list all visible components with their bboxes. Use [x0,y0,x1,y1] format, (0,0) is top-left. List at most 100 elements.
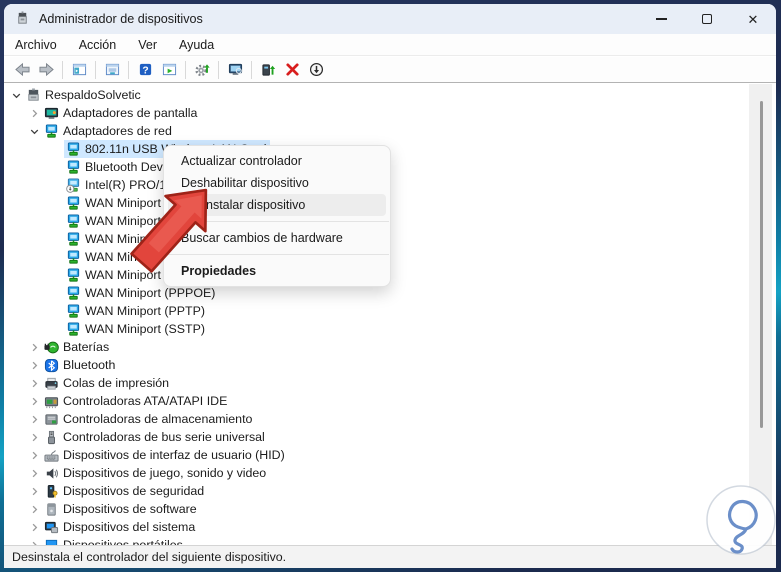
ata-controller-icon [43,393,59,409]
tree-item-wan-miniport-pptp[interactable]: WAN Miniport (PPTP) [4,302,744,320]
tree-item-label: Dispositivos de interfaz de usuario (HID… [63,448,285,462]
back-icon [14,62,30,77]
help-button[interactable]: ? [133,59,157,81]
tree-item-colas-de-impresion[interactable]: Colas de impresión [4,374,744,392]
tree-item-adaptadores-de-pantalla[interactable]: Adaptadores de pantalla [4,104,744,122]
maximize-icon [702,14,712,24]
tree-item-controladoras-de-bus-serie-universal[interactable]: Controladoras de bus serie universal [4,428,744,446]
tree-item-dispositivos-de-software[interactable]: Dispositivos de software [4,500,744,518]
device-row-content[interactable]: Baterías [42,338,112,356]
tree-item-dispositivos-del-sistema[interactable]: Dispositivos del sistema [4,518,744,536]
device-row-content[interactable]: Dispositivos del sistema [42,518,198,536]
chevron-collapsed-icon[interactable] [26,339,42,355]
status-bar: Desinstala el controlador del siguiente … [4,545,776,568]
computer-icon [25,87,41,103]
disable-device-button[interactable] [304,59,328,81]
chevron-collapsed-icon[interactable] [26,411,42,427]
tree-item-controladoras-de-almacenamiento[interactable]: Controladoras de almacenamiento [4,410,744,428]
scan-hardware-button[interactable] [190,59,214,81]
tree-item-bluetooth[interactable]: Bluetooth [4,356,744,374]
chevron-collapsed-icon[interactable] [26,537,42,545]
vertical-scrollbar[interactable] [749,84,772,545]
tree-item-label: Colas de impresión [63,376,170,390]
tree-item-label: Baterías [63,340,110,354]
device-row-content[interactable]: Controladoras de almacenamiento [42,410,255,428]
forward-icon [38,62,54,77]
scrollbar-thumb[interactable] [760,101,763,428]
tree-item-wan-miniport-sstp[interactable]: WAN Miniport (SSTP) [4,320,744,338]
properties-icon [105,62,120,77]
update-driver-button[interactable] [256,59,280,81]
chevron-expanded-icon[interactable] [26,123,42,139]
tree-item-controladoras-ata-atapi-ide[interactable]: Controladoras ATA/ATAPI IDE [4,392,744,410]
properties-button[interactable] [100,59,124,81]
chevron-collapsed-icon[interactable] [26,375,42,391]
tree-item-label: Bluetooth [63,358,116,372]
close-button[interactable]: ✕ [730,4,776,34]
device-row-content[interactable]: Dispositivos de interfaz de usuario (HID… [42,446,288,464]
tree-item-label: WAN Miniport (SSTP) [85,322,206,336]
device-row-content[interactable]: Adaptadores de red [42,122,175,140]
uninstall-device-button[interactable] [280,59,304,81]
display-adapter-icon [43,105,59,121]
network-adapter-icon [65,231,81,247]
menu-ayuda[interactable]: Ayuda [168,34,225,55]
hid-device-icon [43,447,59,463]
chevron-collapsed-icon[interactable] [26,105,42,121]
device-row-content[interactable]: RespaldoSolvetic [24,86,144,104]
device-row-content[interactable]: Dispositivos portátiles [42,536,186,545]
chevron-collapsed-icon[interactable] [26,447,42,463]
tree-item-dispositivos-portatiles[interactable]: Dispositivos portátiles [4,536,744,545]
device-row-content[interactable]: Dispositivos de seguridad [42,482,207,500]
uninstall-device-icon [285,62,300,77]
device-row-content[interactable]: Dispositivos de software [42,500,200,518]
tree-item-respaldosolvetic[interactable]: RespaldoSolvetic [4,86,744,104]
tree-item-dispositivos-de-seguridad[interactable]: Dispositivos de seguridad [4,482,744,500]
console-tree-button[interactable] [67,59,91,81]
device-row-content[interactable]: Controladoras ATA/ATAPI IDE [42,392,230,410]
back-button[interactable] [10,59,34,81]
device-row-content[interactable]: Controladoras de bus serie universal [42,428,268,446]
tree-item-label: Adaptadores de pantalla [63,106,198,120]
context-menu-item-actualizar-controlador[interactable]: Actualizar controlador [168,150,386,172]
forward-button[interactable] [34,59,58,81]
tree-item-dispositivos-de-juego-sonido-y-video[interactable]: Dispositivos de juego, sonido y video [4,464,744,482]
menu-archivo[interactable]: Archivo [4,34,68,55]
device-row-content[interactable]: WAN Miniport (PPTP) [64,302,208,320]
chevron-collapsed-icon[interactable] [26,519,42,535]
chevron-collapsed-icon[interactable] [26,393,42,409]
device-row-content[interactable]: WAN Miniport (SSTP) [64,320,208,338]
chevron-collapsed-icon[interactable] [26,357,42,373]
toolbar-separator [251,60,252,79]
tree-item-baterias[interactable]: Baterías [4,338,744,356]
chevron-expanded-icon[interactable] [8,87,24,103]
status-text: Desinstala el controlador del siguiente … [12,550,287,564]
tree-item-adaptadores-de-red[interactable]: Adaptadores de red [4,122,744,140]
menu-accion[interactable]: Acción [68,34,128,55]
screenshot-frame: Administrador de dispositivos ✕ Archivo A… [0,0,781,572]
svg-text:?: ? [142,65,148,76]
chevron-collapsed-icon[interactable] [26,465,42,481]
remote-computer-button[interactable] [223,59,247,81]
chevron-collapsed-icon[interactable] [26,483,42,499]
chevron-collapsed-icon[interactable] [26,429,42,445]
device-row-content[interactable]: Dispositivos de juego, sonido y video [42,464,269,482]
close-icon: ✕ [747,11,759,27]
tree-item-label: Controladoras de almacenamiento [63,412,253,426]
network-adapter-icon [65,249,81,265]
device-row-content[interactable]: Colas de impresión [42,374,172,392]
tree-item-label: Adaptadores de red [63,124,172,138]
menu-ver[interactable]: Ver [127,34,168,55]
device-row-content[interactable]: Adaptadores de pantalla [42,104,200,122]
usb-controller-icon [43,429,59,445]
window-controls: ✕ [638,4,776,34]
action-pane-button[interactable] [157,59,181,81]
device-row-content[interactable]: Bluetooth [42,356,118,374]
tree-item-dispositivos-de-interfaz-de-usuario-hid[interactable]: Dispositivos de interfaz de usuario (HID… [4,446,744,464]
minimize-button[interactable] [638,4,684,34]
chevron-collapsed-icon[interactable] [26,501,42,517]
maximize-button[interactable] [684,4,730,34]
